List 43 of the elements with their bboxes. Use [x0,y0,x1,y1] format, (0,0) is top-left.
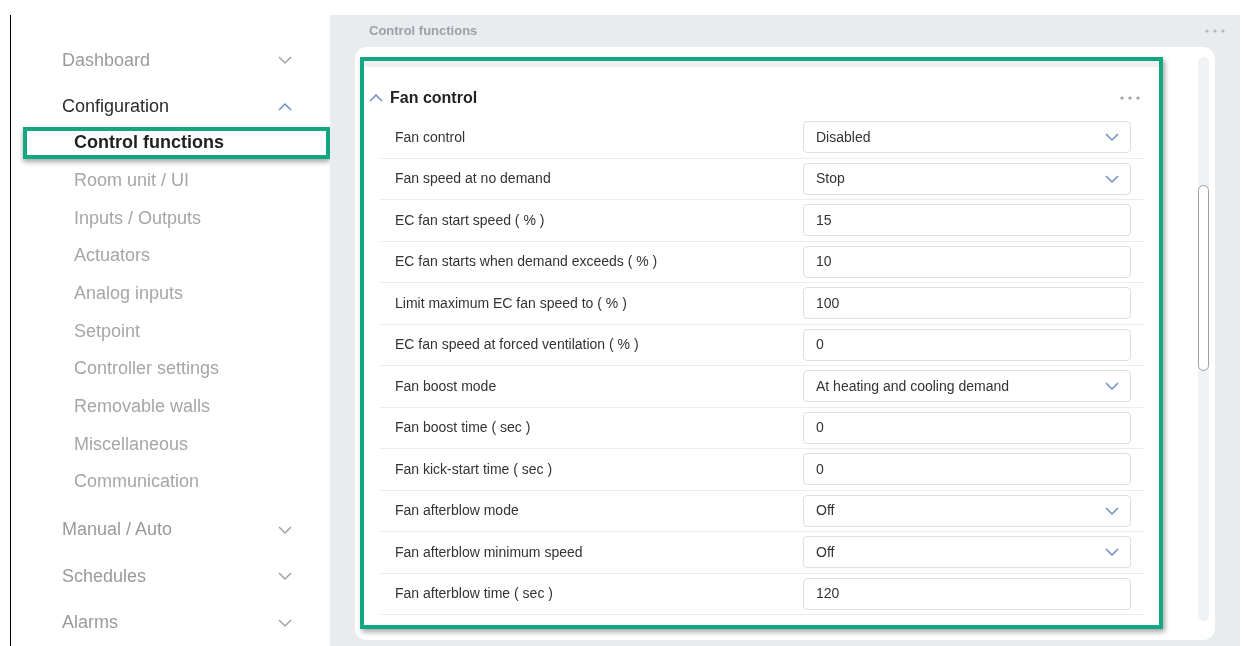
input-field[interactable]: 0 [803,411,1131,444]
expand-icon[interactable] [276,570,294,583]
input-field[interactable]: 120 [803,577,1131,610]
setting-label: Limit maximum EC fan speed to ( % ) [394,293,628,313]
setting-label: Fan control [394,127,467,147]
chevron-down-icon[interactable] [1104,172,1120,185]
nav-item[interactable]: Configuration [62,93,276,121]
dropdown[interactable]: Disabled [803,121,1131,154]
input-field[interactable]: 15 [803,204,1131,237]
chevron-down-icon[interactable] [1104,546,1120,559]
setting-label: Fan afterblow minimum speed [394,542,584,562]
setting-label: Fan afterblow time ( sec ) [394,584,554,604]
input-field[interactable]: 10 [803,245,1131,278]
setting-label: Fan boost mode [394,376,498,396]
setting-label: EC fan start speed ( % ) [394,210,546,230]
setting-label: Fan kick-start time ( sec ) [394,459,554,479]
expand-icon[interactable] [276,54,294,67]
more-icon[interactable] [1204,28,1226,34]
expand-icon[interactable] [276,523,294,536]
more-icon[interactable] [1119,95,1141,101]
dropdown[interactable]: Stop [803,162,1131,195]
input-field[interactable]: 100 [803,287,1131,320]
expand-icon[interactable] [276,616,294,629]
setting-label: Fan boost time ( sec ) [394,418,532,438]
chevron-down-icon[interactable] [1104,504,1120,517]
dropdown[interactable]: Off [803,494,1131,527]
setting-label: Fan speed at no demand [394,169,552,189]
input-field[interactable]: 0 [803,453,1131,486]
collapse-icon[interactable] [368,92,384,104]
section-title: Fan control [390,88,479,108]
dropdown[interactable]: At heating and cooling demand [803,370,1131,403]
nav-subitem[interactable]: Control functions [23,126,330,159]
collapse-icon[interactable] [276,100,294,113]
page-title: Control functions [369,22,479,41]
input-field[interactable]: 0 [803,328,1131,361]
setting-label: EC fan starts when demand exceeds ( % ) [394,252,659,272]
setting-label: Fan afterblow mode [394,501,520,521]
chevron-down-icon[interactable] [1104,380,1120,393]
dropdown[interactable]: Off [803,536,1131,569]
scrollbar[interactable] [1198,57,1209,621]
scrollbar-thumb[interactable] [1198,185,1209,371]
chevron-down-icon[interactable] [1104,131,1120,144]
setting-label: EC fan speed at forced ventilation ( % ) [394,335,640,355]
